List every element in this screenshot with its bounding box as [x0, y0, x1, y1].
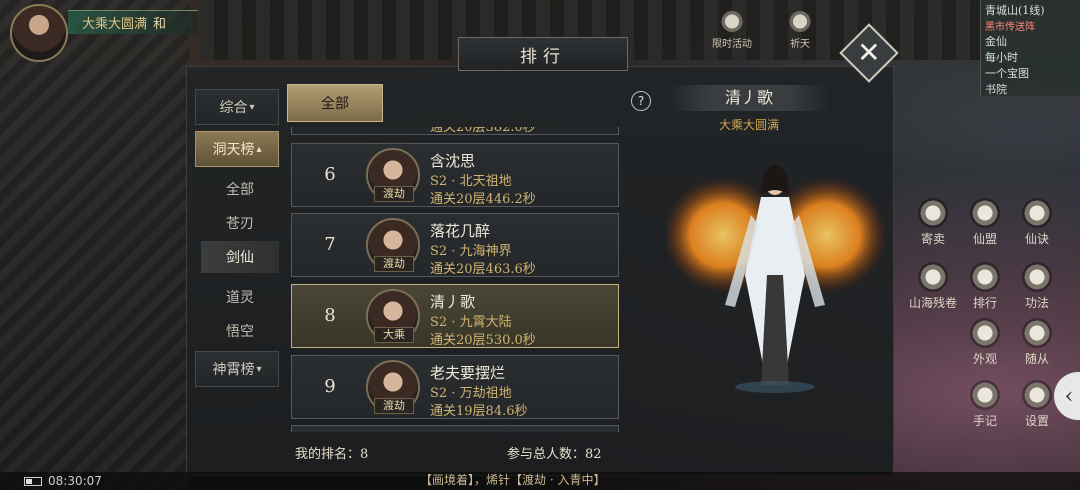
sub-tab-wukong[interactable]: 悟空: [201, 315, 279, 347]
rank-number: 7: [324, 234, 336, 255]
bag-icon: [918, 198, 948, 228]
sub-tab-cangren[interactable]: 苍刃: [201, 207, 279, 239]
menu-guild[interactable]: 仙盟: [960, 198, 1010, 247]
lantern-icon: [719, 10, 745, 33]
server-name: S2 · 万劫祖地: [430, 386, 512, 401]
table-row-selected[interactable]: 8 大乘 清丿歌 S2 · 九霄大陆 通关20层530.0秒: [291, 284, 619, 348]
ranking-list[interactable]: 通关20层382.0秒 6 渡劫 含沈思 S2 · 北天祖地 通关20层446.…: [287, 127, 622, 432]
menu-consign[interactable]: 寄卖: [908, 198, 958, 247]
player-name: 清丿歌: [430, 293, 476, 311]
companion-icon: [1022, 318, 1052, 348]
chevron-down-icon: ▾: [256, 363, 262, 375]
table-row[interactable]: 通关20层382.0秒: [291, 127, 619, 135]
player-name: 落花几醉: [430, 222, 491, 240]
player-avatar[interactable]: [10, 4, 68, 62]
player-realm: 大乘大圆满: [82, 17, 148, 32]
pray-icon[interactable]: 祈天: [780, 10, 820, 50]
realm-badge: 渡劫: [374, 256, 414, 272]
menu-ranking[interactable]: 排行: [960, 262, 1010, 311]
banner-icon: [970, 198, 1000, 228]
realm-badge: 大乘: [374, 327, 414, 343]
minimap[interactable]: 青城山(1线) 黑市传送阵 金仙 每小时 一个宝图 书院: [980, 0, 1080, 96]
sub-tab-daoling[interactable]: 道灵: [201, 281, 279, 313]
rank-number: 8: [324, 305, 336, 326]
preview-player-name: 清丿歌: [669, 85, 829, 111]
menu-mountain-sea[interactable]: 山海残卷: [896, 262, 970, 311]
server-name: S2 · 九海神界: [430, 244, 512, 259]
realm-badge: 渡劫: [374, 398, 414, 414]
server-name: S2 · 北天祖地: [430, 174, 512, 189]
filter-all-button[interactable]: 全部: [287, 84, 383, 122]
clear-record: 通关20层446.2秒: [430, 192, 536, 207]
total-participants-text: 参与总人数：82: [507, 447, 602, 462]
notebook-icon: [970, 380, 1000, 410]
preview-player-realm: 大乘大圆满: [718, 118, 779, 132]
table-row[interactable]: 9 渡劫 老夫要摆烂 S2 · 万劫祖地 通关19层84.6秒: [291, 355, 619, 419]
menu-companion[interactable]: 随从: [1012, 318, 1062, 367]
rank-number: 6: [324, 164, 336, 185]
server-name: S2 · 九霄大陆: [430, 315, 512, 330]
clear-record: 通关19层84.6秒: [430, 404, 528, 419]
ranking-panel: 综合 ▾ 洞天榜 ▴ 全部 苍刃 剑仙 道灵 悟空 神霄榜 ▾ 全部 通关20层…: [186, 66, 894, 476]
costume-icon: [970, 318, 1000, 348]
shrine-icon: [787, 10, 813, 33]
close-icon: ✕: [857, 36, 881, 69]
chat-message-preview[interactable]: 【画境着】，烯针【渡劫 · 入青中】: [420, 471, 605, 488]
rank-number: 9: [324, 376, 336, 397]
sub-tab-all[interactable]: 全部: [201, 173, 279, 205]
scroll-icon: [1022, 198, 1052, 228]
character-model[interactable]: [665, 155, 885, 395]
battery-icon: [24, 476, 42, 486]
tab-shenxiao[interactable]: 神霄榜 ▾: [195, 351, 279, 387]
technique-icon: [1022, 262, 1052, 292]
menu-notebook[interactable]: 手记: [960, 380, 1010, 429]
chevron-left-icon: ‹: [1064, 383, 1074, 409]
help-icon[interactable]: ?: [631, 91, 651, 111]
panel-title: 排行: [458, 37, 628, 71]
player-name: 含沈思: [430, 152, 476, 170]
clock: 08:30:07: [48, 474, 102, 488]
my-rank-text: 我的排名：8: [295, 447, 369, 462]
table-row[interactable]: 7 渡劫 落花几醉 S2 · 九海神界 通关20层463.6秒: [291, 213, 619, 277]
tab-dongtian[interactable]: 洞天榜 ▴: [195, 131, 279, 167]
right-menu: 寄卖 仙盟 仙诀 山海残卷 排行 功法 外观 随从 手记 设置: [908, 140, 1058, 440]
limited-event-icon[interactable]: 限时活动: [712, 10, 752, 50]
tab-overall[interactable]: 综合 ▾: [195, 89, 279, 125]
table-row[interactable]: [291, 425, 619, 432]
clear-record: 通关20层530.0秒: [430, 333, 536, 348]
gear-icon: [1022, 380, 1052, 410]
ranking-icon: [970, 262, 1000, 292]
player-info-bar[interactable]: 大乘大圆满 和: [68, 10, 198, 34]
player-extra: 和: [153, 17, 167, 32]
clear-record: 通关20层463.6秒: [430, 262, 536, 277]
realm-badge: 渡劫: [374, 186, 414, 202]
menu-costume[interactable]: 外观: [960, 318, 1010, 367]
chevron-down-icon: ▾: [249, 101, 255, 113]
map-icon: [918, 262, 948, 292]
table-row[interactable]: 6 渡劫 含沈思 S2 · 北天祖地 通关20层446.2秒: [291, 143, 619, 207]
chevron-up-icon: ▴: [256, 143, 262, 155]
sub-tab-jianxian[interactable]: 剑仙: [201, 241, 279, 273]
menu-spell[interactable]: 仙诀: [1012, 198, 1062, 247]
left-scene-strip: [0, 0, 190, 490]
player-name: 老夫要摆烂: [430, 364, 506, 382]
menu-technique[interactable]: 功法: [1012, 262, 1062, 311]
